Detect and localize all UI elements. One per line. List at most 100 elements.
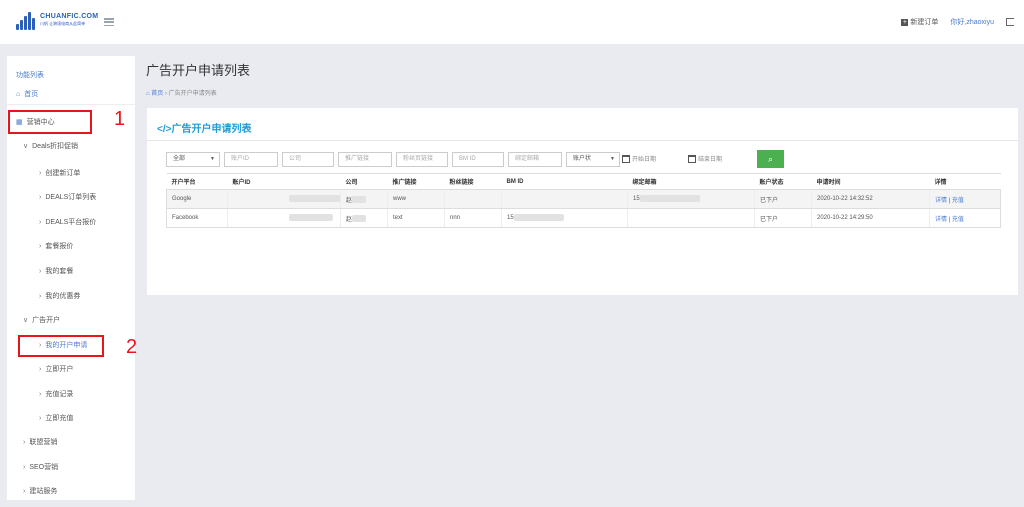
sidebar-item-label: 立即充值 xyxy=(45,415,74,422)
sidebar-group-label: SEO营销 xyxy=(29,464,59,471)
account-id-input[interactable]: 账户ID xyxy=(224,152,278,167)
redacted-value xyxy=(639,195,700,203)
search-icon: ⌕ xyxy=(767,154,774,164)
sidebar-item-recharge-now[interactable]: › 立即充值 xyxy=(7,410,135,426)
cell-email: 15 xyxy=(627,189,755,209)
sidebar-item-label: 我的优惠券 xyxy=(45,293,81,300)
applications-table: 开户平台 账户ID 公司 推广链接 粉丝链接 BM ID 绑定邮箱 账户状态 申… xyxy=(166,173,1001,228)
sidebar-item-label: 首页 xyxy=(24,91,39,98)
company-input[interactable]: 公司 xyxy=(282,152,334,167)
cell-email xyxy=(627,208,755,228)
bm-id-input[interactable]: BM ID xyxy=(452,152,504,167)
recharge-link[interactable]: 充值 xyxy=(952,217,964,223)
sidebar-group-affiliate[interactable]: › 联盟营销 xyxy=(7,434,135,450)
sidebar-group-ads[interactable]: ∨ 广告开户 xyxy=(7,312,135,328)
logout-icon[interactable] xyxy=(1006,18,1014,26)
column-header: 推广链接 xyxy=(387,173,445,190)
action-separator: | xyxy=(948,216,951,223)
chevron-right-icon: › xyxy=(39,390,42,398)
sidebar-item-deals-price[interactable]: › DEALS平台报价 xyxy=(7,214,135,230)
column-header: 公司 xyxy=(340,173,388,190)
platform-select[interactable]: 全部 ▼ xyxy=(166,152,220,167)
sidebar-item-label: 立即开户 xyxy=(45,366,74,373)
page-header: 广告开户申请列表 ⌂ 首页 › 广告开户申请列表 xyxy=(146,60,250,97)
sidebar-title: 功能列表 xyxy=(16,72,44,79)
sidebar-item-label: 充值记录 xyxy=(45,391,74,398)
account-status-value: 账户状 xyxy=(573,156,592,162)
column-header: 开户平台 xyxy=(166,173,228,190)
user-greeting[interactable]: 你好,zhaoxiyu xyxy=(950,17,994,27)
chevron-right-icon: › xyxy=(23,487,26,495)
email-text: 15 xyxy=(633,196,640,203)
table-header-row: 开户平台 账户ID 公司 推广链接 粉丝链接 BM ID 绑定邮箱 账户状态 申… xyxy=(166,173,1001,190)
redacted-value xyxy=(352,215,367,223)
detail-link[interactable]: 详情 xyxy=(935,198,947,204)
page-title: 广告开户申请列表 xyxy=(146,63,251,78)
fanpage-link-input[interactable]: 粉丝页链接 xyxy=(396,152,448,167)
cell-platform: Facebook xyxy=(166,208,228,228)
promo-link-input[interactable]: 推广链接 xyxy=(338,152,392,167)
sidebar-item-label: DEALS平台报价 xyxy=(45,219,97,226)
annotation-number-1: 1 xyxy=(114,108,126,130)
start-date-picker[interactable]: 开始日期 xyxy=(622,154,656,163)
action-separator: | xyxy=(948,197,951,204)
sidebar-group-label: Deals折扣促销 xyxy=(32,143,79,150)
logo-sub: 川帆 让跨境电商从此简单 xyxy=(40,21,86,26)
sidebar-group-label: 广告开户 xyxy=(32,317,61,324)
sidebar-item-deals-orders[interactable]: › DEALS订单列表 xyxy=(7,189,135,205)
redacted-value xyxy=(289,195,341,203)
cell-company: 赵 xyxy=(340,189,388,209)
sidebar-group-label: 建站服务 xyxy=(29,488,58,495)
end-date-picker[interactable]: 结束日期 xyxy=(688,154,722,163)
sidebar-item-open-account[interactable]: › 立即开户 xyxy=(7,361,135,377)
chevron-right-icon: › xyxy=(39,414,42,422)
cell-fan-link xyxy=(444,189,502,209)
cell-fan-link: nnn xyxy=(444,208,502,228)
sidebar-group-site[interactable]: › 建站服务 xyxy=(7,483,135,499)
detail-link[interactable]: 详情 xyxy=(935,217,947,223)
caret-down-icon: ▼ xyxy=(210,156,215,162)
sidebar-group-seo[interactable]: › SEO营销 xyxy=(7,459,135,475)
table-row: Google 赵 www 15 已下户 2020-10-22 14:32:52 … xyxy=(166,189,1001,209)
platform-select-value: 全部 xyxy=(173,156,186,162)
sidebar-item-my-package[interactable]: › 我的套餐 xyxy=(7,263,135,279)
annotation-number-2: 2 xyxy=(126,336,138,358)
new-order-button[interactable]: + 新建订单 xyxy=(901,17,938,27)
plus-icon: + xyxy=(901,19,909,26)
sidebar-item-create-order[interactable]: › 创建新订单 xyxy=(7,165,135,181)
cell-status: 已下户 xyxy=(754,189,812,209)
cell-status: 已下户 xyxy=(754,208,812,228)
bm-id-text: 15 xyxy=(507,215,514,222)
logo-icon[interactable] xyxy=(16,12,35,30)
calendar-icon xyxy=(688,154,696,163)
column-header: 粉丝链接 xyxy=(444,173,502,190)
panel-divider xyxy=(147,140,1018,141)
recharge-link[interactable]: 充值 xyxy=(952,198,964,204)
sidebar-item-recharge-records[interactable]: › 充值记录 xyxy=(7,386,135,402)
cell-actions: 详情 | 充值 xyxy=(929,189,1001,209)
chevron-right-icon: › xyxy=(23,463,26,471)
account-status-select[interactable]: 账户状 ▼ xyxy=(566,152,620,167)
sidebar-item-home[interactable]: ⌂ 首页 xyxy=(7,86,135,102)
cell-promo-link: www xyxy=(387,189,445,209)
sidebar-item-label: 套餐报价 xyxy=(45,243,74,250)
search-button[interactable]: ⌕ xyxy=(757,150,784,168)
logo-text[interactable]: CHUANFIC.COM 川帆 让跨境电商从此简单 xyxy=(40,13,98,27)
sidebar-group-deals[interactable]: ∨ Deals折扣促销 xyxy=(7,138,135,154)
chevron-down-icon: ∨ xyxy=(23,317,29,324)
redacted-value xyxy=(513,214,564,222)
menu-toggle-icon[interactable] xyxy=(104,18,114,26)
cell-bm-id: 15 xyxy=(501,208,628,228)
chevron-right-icon: › xyxy=(39,218,42,226)
bind-email-input[interactable]: 绑定邮箱 xyxy=(508,152,562,167)
logo-main: CHUANFIC.COM xyxy=(40,13,99,20)
chevron-right-icon: › xyxy=(39,193,42,201)
breadcrumb-home[interactable]: 首页 xyxy=(151,91,163,97)
cell-time: 2020-10-22 14:32:52 xyxy=(811,189,930,209)
sidebar-item-package-price[interactable]: › 套餐报价 xyxy=(7,238,135,254)
chevron-right-icon: › xyxy=(39,169,42,177)
panel-title: </>广告开户申请列表 xyxy=(157,124,252,135)
cell-account-id xyxy=(227,208,341,228)
breadcrumb: ⌂ 首页 › 广告开户申请列表 xyxy=(146,88,250,97)
sidebar-item-my-coupons[interactable]: › 我的优惠券 xyxy=(7,288,135,304)
